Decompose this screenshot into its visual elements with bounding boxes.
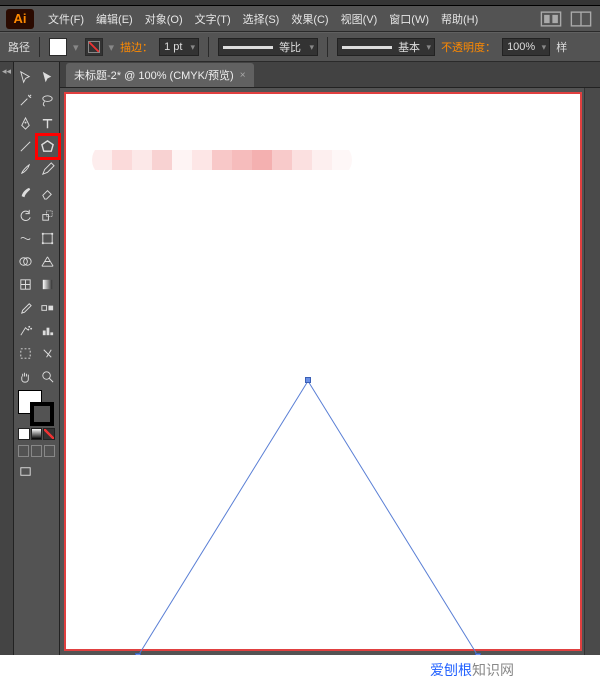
slice-tool[interactable]	[37, 342, 60, 365]
polygon-tool[interactable]	[37, 135, 60, 158]
style-label: 基本	[398, 39, 420, 55]
tools-panel	[14, 62, 60, 655]
zoom-tool[interactable]	[37, 365, 60, 388]
arrange-docs-icon[interactable]	[570, 10, 592, 28]
ratio-dropdown[interactable]: 等比	[218, 38, 318, 56]
collapse-arrows-icon: ◂◂	[2, 66, 11, 655]
stroke-label[interactable]: 描边：	[120, 39, 153, 55]
swatch-dropdown-icon[interactable]: ▾	[73, 41, 79, 54]
menu-help[interactable]: 帮助(H)	[435, 7, 484, 31]
watermark-link[interactable]: 爱刨根	[430, 662, 472, 678]
line-segment-tool[interactable]	[14, 135, 37, 158]
watermark: 爱刨根知识网	[430, 660, 514, 680]
fill-stroke-control[interactable]	[14, 388, 59, 426]
ratio-label: 等比	[279, 39, 301, 55]
document-tab-title: 未标题-2* @ 100% (CMYK/预览)	[74, 67, 234, 83]
style-preview-icon	[342, 46, 392, 49]
screen-mode-tool[interactable]	[14, 460, 37, 483]
opacity-label[interactable]: 不透明度：	[441, 39, 496, 55]
color-mode-gradient[interactable]	[31, 428, 43, 440]
close-tab-icon[interactable]: ×	[240, 70, 246, 81]
fill-swatch[interactable]	[49, 38, 67, 56]
artboard-tool[interactable]	[14, 342, 37, 365]
mesh-tool[interactable]	[14, 273, 37, 296]
blob-brush-tool[interactable]	[14, 181, 37, 204]
paintbrush-tool[interactable]	[14, 158, 37, 181]
scale-tool[interactable]	[37, 204, 60, 227]
style-button[interactable]: 样	[556, 39, 567, 55]
stroke-dropdown-icon[interactable]: ▾	[109, 41, 115, 54]
anchor-point[interactable]	[475, 653, 481, 655]
width-tool[interactable]	[14, 227, 37, 250]
gradient-tool[interactable]	[37, 273, 60, 296]
perspective-grid-tool[interactable]	[37, 250, 60, 273]
opacity-field[interactable]: 100%	[502, 38, 550, 56]
rotate-tool[interactable]	[14, 204, 37, 227]
bridge-icon[interactable]	[540, 10, 562, 28]
stroke-swatch[interactable]	[85, 38, 103, 56]
triangle-shape[interactable]	[128, 376, 488, 655]
app-logo: Ai	[6, 9, 34, 29]
menu-window[interactable]: 窗口(W)	[383, 7, 435, 31]
menu-bar: Ai 文件(F) 编辑(E) 对象(O) 文字(T) 选择(S) 效果(C) 视…	[0, 6, 600, 32]
style-dropdown[interactable]: 基本	[337, 38, 435, 56]
opacity-value: 100%	[507, 41, 535, 53]
path-label: 路径	[8, 39, 30, 55]
blend-tool[interactable]	[37, 296, 60, 319]
stroke-weight-field[interactable]: 1 pt	[159, 38, 199, 56]
column-graph-tool[interactable]	[37, 319, 60, 342]
menu-type[interactable]: 文字(T)	[189, 7, 237, 31]
document-tab[interactable]: 未标题-2* @ 100% (CMYK/预览) ×	[66, 63, 254, 87]
draw-inside-icon[interactable]	[44, 445, 55, 457]
menu-edit[interactable]: 编辑(E)	[90, 7, 139, 31]
watermark-text: 知识网	[472, 662, 514, 678]
eyedropper-tool[interactable]	[14, 296, 37, 319]
menu-effect[interactable]: 效果(C)	[285, 7, 334, 31]
selection-tool[interactable]	[14, 66, 37, 89]
canvas-area[interactable]	[60, 88, 600, 655]
symbol-sprayer-tool[interactable]	[14, 319, 37, 342]
anchor-point[interactable]	[305, 377, 311, 383]
magic-wand-tool[interactable]	[14, 89, 37, 112]
redacted-region	[92, 142, 352, 178]
pencil-tool[interactable]	[37, 158, 60, 181]
document-tab-bar: 未标题-2* @ 100% (CMYK/预览) ×	[60, 62, 600, 88]
stroke-weight-value: 1 pt	[164, 41, 182, 53]
lasso-tool[interactable]	[37, 89, 60, 112]
pen-tool[interactable]	[14, 112, 37, 135]
draw-normal-icon[interactable]	[18, 445, 29, 457]
free-transform-tool[interactable]	[37, 227, 60, 250]
artboard[interactable]	[68, 96, 578, 647]
panel-collapse-strip[interactable]: ◂◂	[0, 62, 14, 655]
stroke-color-swatch[interactable]	[30, 402, 54, 426]
menu-file[interactable]: 文件(F)	[42, 7, 90, 31]
artboard-outline	[64, 92, 582, 651]
vertical-scrollbar[interactable]	[584, 88, 600, 655]
menu-view[interactable]: 视图(V)	[335, 7, 384, 31]
direct-selection-tool[interactable]	[37, 66, 60, 89]
color-mode-none[interactable]	[43, 428, 55, 440]
menu-object[interactable]: 对象(O)	[139, 7, 189, 31]
menu-select[interactable]: 选择(S)	[237, 7, 286, 31]
type-tool[interactable]	[37, 112, 60, 135]
stroke-preview-icon	[223, 46, 273, 49]
draw-behind-icon[interactable]	[31, 445, 42, 457]
options-bar: 路径 ▾ ▾ 描边： 1 pt 等比 基本 不透明度： 100% 样	[0, 32, 600, 62]
shape-builder-tool[interactable]	[14, 250, 37, 273]
color-mode-solid[interactable]	[18, 428, 30, 440]
hand-tool[interactable]	[14, 365, 37, 388]
anchor-point[interactable]	[135, 653, 141, 655]
eraser-tool[interactable]	[37, 181, 60, 204]
